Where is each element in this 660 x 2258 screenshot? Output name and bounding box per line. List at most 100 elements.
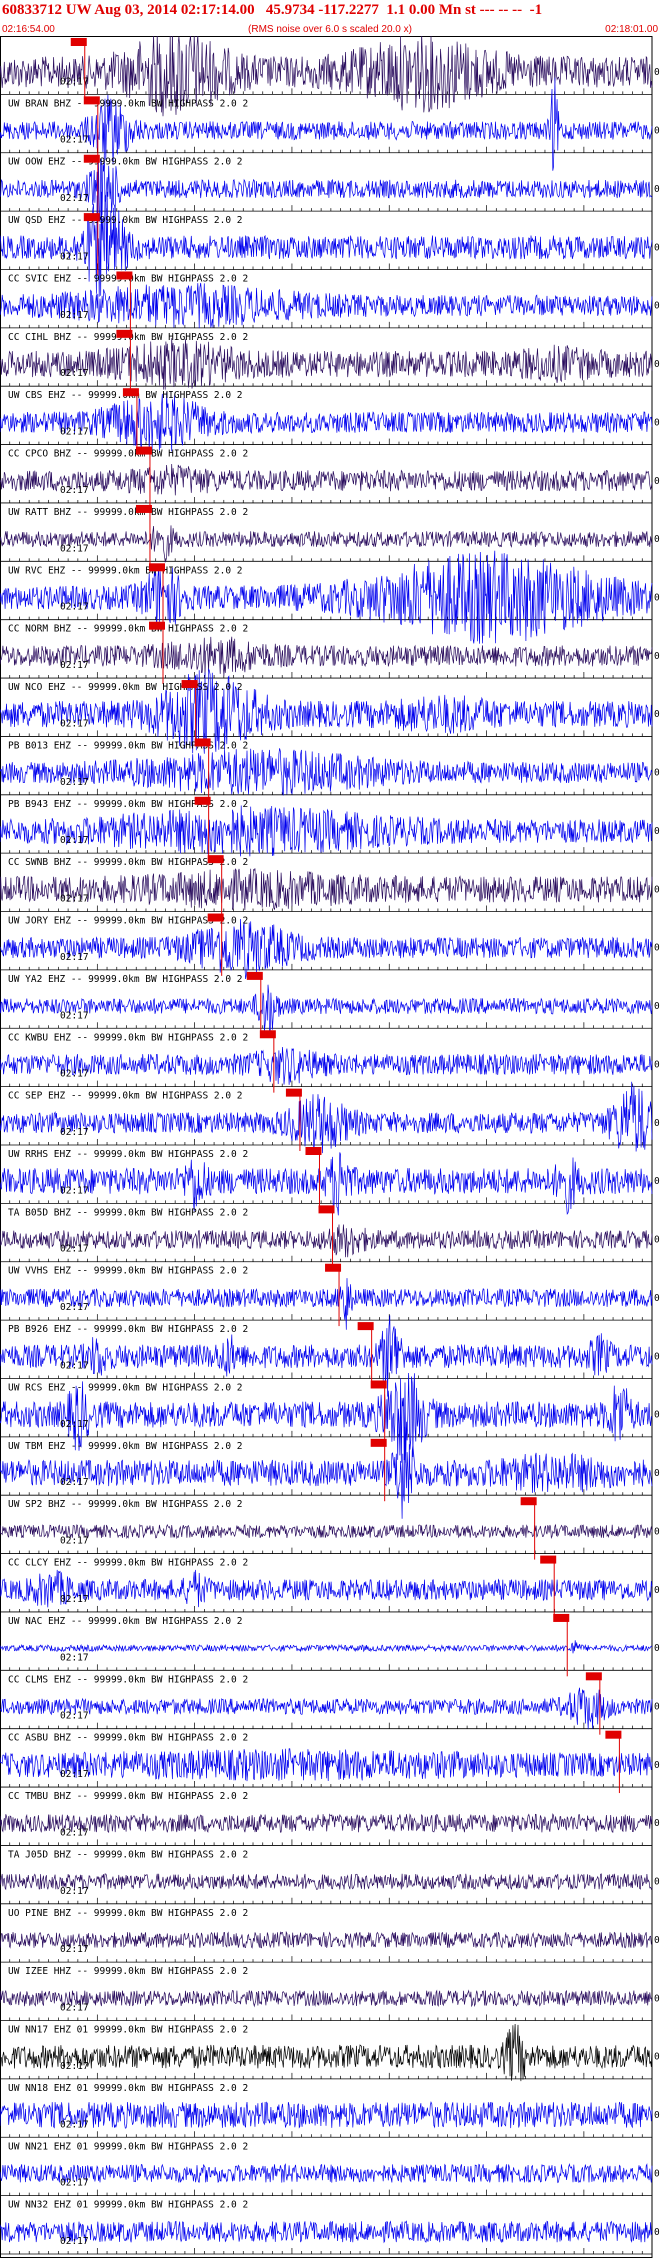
zero-marker: 0	[654, 1293, 660, 1304]
pick-marker	[540, 1555, 557, 1564]
station-label: UW YA2 EHZ -- 99999.0km BW HIGHPASS 2.0 …	[8, 974, 243, 985]
pick-marker	[325, 1263, 342, 1272]
pick-marker	[149, 621, 165, 630]
time-label: 02:17	[60, 1827, 89, 1838]
zero-marker: 0	[654, 301, 660, 312]
trace-row: CC SVIC EHZ -- 99999.0km BW HIGHPASS 2.0…	[0, 271, 660, 334]
zero-marker: 0	[654, 1993, 660, 2004]
zero-marker: 0	[654, 1468, 660, 1479]
zero-marker: 0	[654, 1351, 660, 1362]
waveform-line	[0, 1989, 653, 2008]
station-label: CC TMBU BHZ -- 99999.0km BW HIGHPASS 2.0…	[8, 1791, 248, 1802]
waveform-line	[0, 1873, 653, 1891]
time-label: 02:17	[60, 835, 89, 846]
station-label: CC KWBU EHZ -- 99999.0km BW HIGHPASS 2.0…	[8, 1032, 248, 1043]
station-label: PB B943 EHZ -- 99999.0km BW HIGHPASS 2.0…	[8, 799, 248, 810]
trace-row: UW OOW EHZ -- 99999.0km BW HIGHPASS 2.0 …	[0, 154, 660, 223]
trace-row: UW CBS EHZ -- 99999.0km BW HIGHPASS 2.0 …	[0, 388, 660, 453]
trace-row: UO PINE BHZ -- 99999.0km BW HIGHPASS 2.0…	[0, 1908, 660, 1963]
waveform-line	[0, 1046, 653, 1085]
trace-row: UW NN21 EHZ 01 99999.0km BW HIGHPASS 2.0…	[0, 2141, 660, 2197]
zero-marker: 0	[654, 1877, 660, 1888]
time-label: 02:17	[60, 1769, 89, 1780]
zero-marker: 0	[654, 826, 660, 837]
trace-row: PB B013 EHZ -- 99999.0km BW HIGHPASS 2.0…	[0, 738, 660, 801]
time-label: 02:17	[60, 1886, 89, 1897]
time-label: 02:17	[60, 485, 89, 496]
station-label: TA B05D BHZ -- 99999.0km BW HIGHPASS 2.0…	[8, 1207, 248, 1218]
trace-row: UW VVHS EHZ -- 99999.0km BW HIGHPASS 2.0…	[0, 1263, 660, 1330]
time-label: 02:17	[60, 1944, 89, 1955]
time-label: 02:17	[60, 368, 89, 379]
pick-marker	[370, 1380, 387, 1389]
zero-marker: 0	[654, 1176, 660, 1187]
waveform-line	[0, 868, 653, 911]
waveform-line	[0, 338, 653, 390]
station-label: CC CPCO BHZ -- 99999.0km BW HIGHPASS 2.0…	[8, 449, 248, 460]
pick-marker	[585, 1672, 602, 1681]
time-label: 02:17	[60, 1652, 89, 1663]
trace-row: PB B943 EHZ -- 99999.0km BW HIGHPASS 2.0…	[0, 796, 660, 860]
zero-marker: 0	[654, 2052, 660, 2063]
pick-marker	[553, 1613, 570, 1622]
station-label: PB B013 EHZ -- 99999.0km BW HIGHPASS 2.0…	[8, 740, 248, 751]
pick-marker	[246, 971, 263, 980]
time-label: 02:17	[60, 2236, 89, 2247]
trace-row: TA B05D BHZ -- 99999.0km BW HIGHPASS 2.0…	[0, 1205, 660, 1268]
zero-marker: 0	[654, 1526, 660, 1537]
zero-marker: 0	[654, 1818, 660, 1829]
trace-row: CC TMBU BHZ -- 99999.0km BW HIGHPASS 2.0…	[0, 1791, 660, 1846]
station-label: UW NCO EHZ -- 99999.0km BW HIGHPASS 2.0 …	[8, 682, 243, 693]
trace-row: UW YA2 EHZ -- 99999.0km BW HIGHPASS 2.0 …	[0, 971, 660, 1035]
zero-marker: 0	[654, 534, 660, 545]
waveform-line	[0, 1748, 653, 1782]
zero-marker: 0	[654, 184, 660, 195]
time-label: 02:17	[60, 543, 89, 554]
pick-marker	[116, 329, 133, 338]
trace-row: CC ASBU BHZ -- 99999.0km BW HIGHPASS 2.0…	[0, 1730, 660, 1794]
time-label: 02:17	[60, 135, 89, 146]
trace-row: CC CLMS EHZ -- 99999.0km BW HIGHPASS 2.0…	[0, 1672, 660, 1735]
pick-marker	[135, 504, 152, 513]
pick-marker	[83, 213, 100, 222]
trace-row: CC SEP EHZ -- 99999.0km BW HIGHPASS 2.0 …	[0, 1081, 660, 1154]
trace-row: CC CIHL BHZ -- 99999.0km BW HIGHPASS 2.0…	[0, 329, 660, 393]
time-label: 02:17	[60, 1010, 89, 1021]
zero-marker: 0	[654, 2168, 660, 2179]
station-label: UW VVHS EHZ -- 99999.0km BW HIGHPASS 2.0…	[8, 1266, 248, 1277]
zero-marker: 0	[654, 417, 660, 428]
time-label: 02:17	[60, 1594, 89, 1605]
time-label: 02:17	[60, 718, 89, 729]
station-label: UW IZEE HHZ -- 99999.0km BW HIGHPASS 2.0…	[8, 1966, 248, 1977]
trace-row: UW NN18 EHZ 01 99999.0km BW HIGHPASS 2.0…	[0, 2083, 660, 2138]
pick-marker	[207, 855, 224, 864]
waveform-line	[0, 1523, 653, 1540]
station-label: CC CLCY EHZ -- 99999.0km BW HIGHPASS 2.0…	[8, 1558, 248, 1569]
waveform-line	[0, 805, 653, 857]
time-label: 02:17	[60, 1069, 89, 1080]
time-label: 02:17	[60, 1302, 89, 1313]
trace-row: UW NN32 EHZ 01 99999.0km BW HIGHPASS 2.0…	[0, 2200, 660, 2255]
waveform-line	[0, 1687, 653, 1730]
station-label: UW NN17 EHZ 01 99999.0km BW HIGHPASS 2.0…	[8, 2025, 248, 2036]
pick-marker	[149, 563, 165, 572]
pick-marker	[181, 680, 198, 689]
scaling-note: (RMS noise over 6.0 s scaled 20.0 x)	[248, 24, 412, 35]
time-label: 02:17	[60, 602, 89, 613]
trace-row: CC SWNB BHZ -- 99999.0km BW HIGHPASS 2.0…	[0, 855, 660, 918]
station-label: UW NN21 EHZ 01 99999.0km BW HIGHPASS 2.0…	[8, 2141, 248, 2152]
trace-row: UW NAC EHZ -- 99999.0km BW HIGHPASS 2.0 …	[0, 1613, 660, 1677]
zero-marker: 0	[654, 651, 660, 662]
station-label: PB B926 EHZ -- 99999.0km BW HIGHPASS 2.0…	[8, 1324, 248, 1335]
station-label: UW RVC EHZ -- 99999.0km BW HIGHPASS 2.0 …	[8, 565, 243, 576]
pick-marker	[194, 738, 211, 747]
station-label: UW RATT BHZ -- 99999.0km BW HIGHPASS 2.0…	[8, 507, 248, 518]
pick-marker	[357, 1322, 374, 1331]
time-label: 02:17	[60, 427, 89, 438]
pick-marker	[194, 796, 211, 805]
zero-marker: 0	[654, 476, 660, 487]
zero-marker: 0	[654, 1059, 660, 1070]
trace-row: CC NORM BHZ -- 99999.0km BW HIGHPASS 2.0…	[0, 621, 660, 685]
zero-marker: 0	[654, 242, 660, 253]
pick-marker	[520, 1497, 537, 1506]
